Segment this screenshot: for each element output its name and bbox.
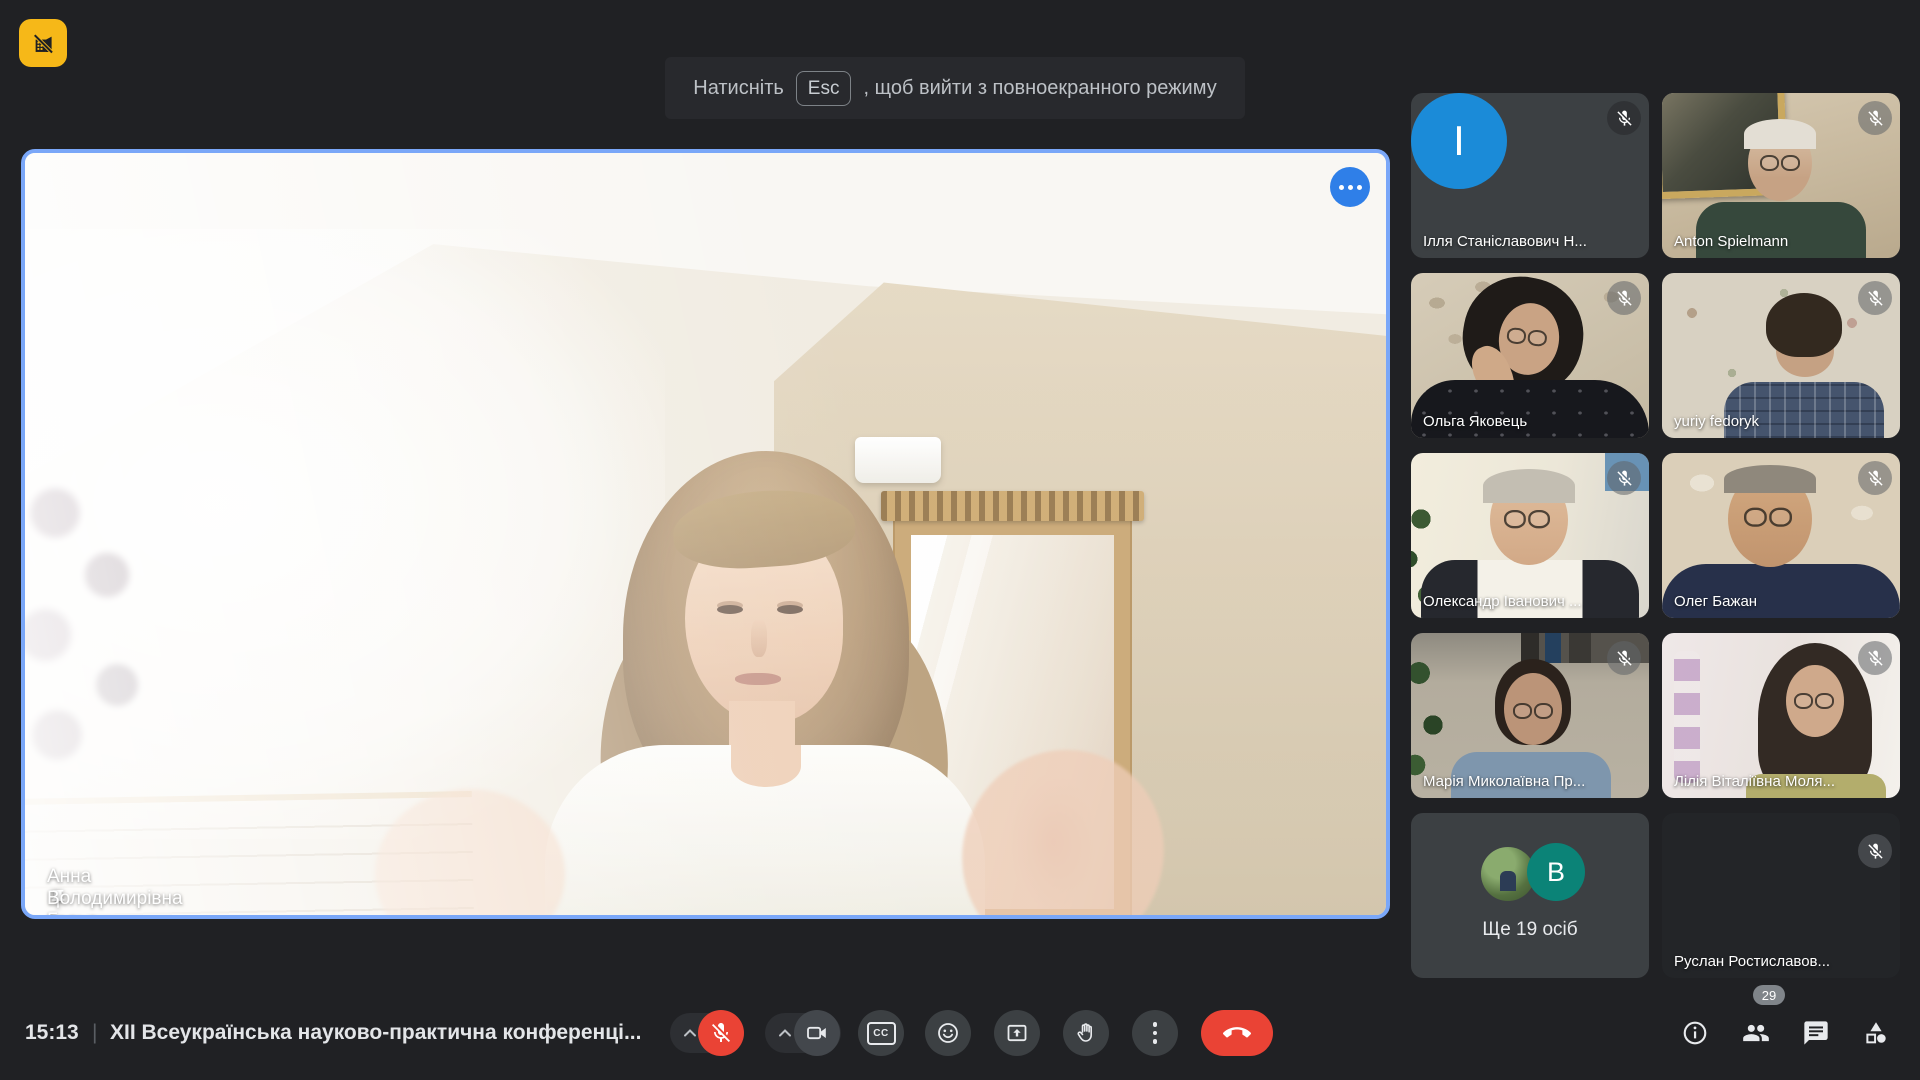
info-icon xyxy=(1681,1019,1709,1047)
camera-disabled-badge[interactable] xyxy=(19,19,67,67)
mic-off-icon xyxy=(1607,641,1641,675)
meet-fullscreen-window: Натисніть Esc , щоб вийти з повноекранно… xyxy=(0,0,1920,1080)
mic-off-icon xyxy=(1858,281,1892,315)
glasses xyxy=(1760,155,1800,169)
participant-name: Anton Spielmann xyxy=(1674,233,1788,250)
reactions-button[interactable] xyxy=(925,1010,971,1056)
activities-button[interactable] xyxy=(1862,1019,1890,1047)
more-options-icon xyxy=(1153,1022,1158,1044)
overflow-tile[interactable]: B Ще 19 осіб xyxy=(1411,813,1649,978)
camera-icon xyxy=(805,1021,829,1045)
participant-tile[interactable]: Anton Spielmann xyxy=(1662,93,1900,258)
activities-icon xyxy=(1862,1019,1890,1047)
mic-off-icon xyxy=(1607,461,1641,495)
reactions-icon xyxy=(936,1021,960,1045)
participant-name: Ілля Станіславович Н... xyxy=(1423,233,1587,250)
mic-off-icon xyxy=(1607,281,1641,315)
people-icon xyxy=(1742,1019,1770,1047)
avatar: І xyxy=(1411,93,1507,189)
chat-button[interactable] xyxy=(1802,1019,1830,1047)
more-options-button[interactable] xyxy=(1330,167,1370,207)
participant-tile[interactable]: Руслан Ростиславов... xyxy=(1662,813,1900,978)
meeting-title: XII Всеукраїнська науково-практична конф… xyxy=(110,1021,641,1045)
participant-name: Лілія Віталіївна Моля... xyxy=(1674,773,1835,790)
chat-icon xyxy=(1802,1019,1830,1047)
banner-text-rest: , щоб вийти з повноекранного режиму xyxy=(863,77,1216,100)
glasses xyxy=(1506,327,1547,345)
raise-hand-button[interactable] xyxy=(1063,1010,1109,1056)
camera-button[interactable] xyxy=(794,1010,840,1056)
participant-tile[interactable]: Марія Миколаївна Пр... xyxy=(1411,633,1649,798)
present-screen-icon xyxy=(1005,1021,1029,1045)
glasses xyxy=(1513,703,1553,717)
participant-name: Олег Бажан xyxy=(1674,593,1757,610)
captions-icon: CC xyxy=(867,1022,896,1045)
overflow-avatars: B xyxy=(1411,813,1649,978)
person-hair xyxy=(1744,119,1816,149)
participant-tile[interactable]: І Ілля Станіславович Н... xyxy=(1411,93,1649,258)
banner-text-press: Натисніть xyxy=(693,77,784,100)
raise-hand-icon xyxy=(1074,1021,1098,1045)
scene-decor xyxy=(1674,651,1700,783)
captions-button[interactable]: CC xyxy=(858,1010,904,1056)
participant-name: yuriy fedoryk xyxy=(1674,413,1759,430)
participant-tile[interactable]: Олександр Іванович ... xyxy=(1411,453,1649,618)
participant-tile[interactable]: Ольга Яковець xyxy=(1411,273,1649,438)
participant-tile[interactable]: Лілія Віталіївна Моля... xyxy=(1662,633,1900,798)
person-hair xyxy=(1766,293,1842,357)
end-call-icon xyxy=(1223,1019,1251,1047)
end-call-button[interactable] xyxy=(1201,1010,1273,1056)
present-screen-button[interactable] xyxy=(994,1010,1040,1056)
meeting-info-button[interactable] xyxy=(1681,1019,1709,1047)
glasses xyxy=(1504,510,1550,526)
pinned-video-tile[interactable]: Анна Володимирівна Гедьо xyxy=(21,149,1390,919)
scene-light-wash xyxy=(25,153,1386,915)
clock: 15:13 xyxy=(25,1021,79,1045)
participant-name: Олександр Іванович ... xyxy=(1423,593,1581,610)
esc-key-label: Esc xyxy=(796,71,852,106)
mic-off-icon xyxy=(1858,834,1892,868)
avatar: B xyxy=(1527,843,1585,901)
participant-name: Ольга Яковець xyxy=(1423,413,1527,430)
glasses xyxy=(1744,508,1792,525)
fullscreen-exit-banner: Натисніть Esc , щоб вийти з повноекранно… xyxy=(665,57,1245,119)
pinned-participant-name: Анна Володимирівна Гедьо xyxy=(47,866,183,919)
avatar-initial: B xyxy=(1547,857,1565,888)
mic-off-icon xyxy=(1858,101,1892,135)
more-options-button[interactable] xyxy=(1132,1010,1178,1056)
mic-mute-button[interactable] xyxy=(698,1010,744,1056)
divider: | xyxy=(92,1021,97,1045)
overflow-count-label: Ще 19 осіб xyxy=(1411,919,1649,941)
camera-disabled-icon xyxy=(30,30,57,57)
participant-count-badge: 29 xyxy=(1753,985,1785,1005)
mic-off-icon xyxy=(1607,101,1641,135)
participant-tile[interactable]: Олег Бажан xyxy=(1662,453,1900,618)
participant-tile[interactable]: yuriy fedoryk xyxy=(1662,273,1900,438)
avatar-initial: І xyxy=(1453,117,1465,165)
mic-off-icon xyxy=(1858,641,1892,675)
people-button[interactable] xyxy=(1742,1019,1770,1047)
mic-off-icon xyxy=(1858,461,1892,495)
person-hair xyxy=(1483,469,1575,503)
glasses xyxy=(1794,693,1834,707)
participant-name: Руслан Ростиславов... xyxy=(1674,953,1830,970)
person-hair xyxy=(1724,465,1816,493)
participant-name: Марія Миколаївна Пр... xyxy=(1423,773,1585,790)
